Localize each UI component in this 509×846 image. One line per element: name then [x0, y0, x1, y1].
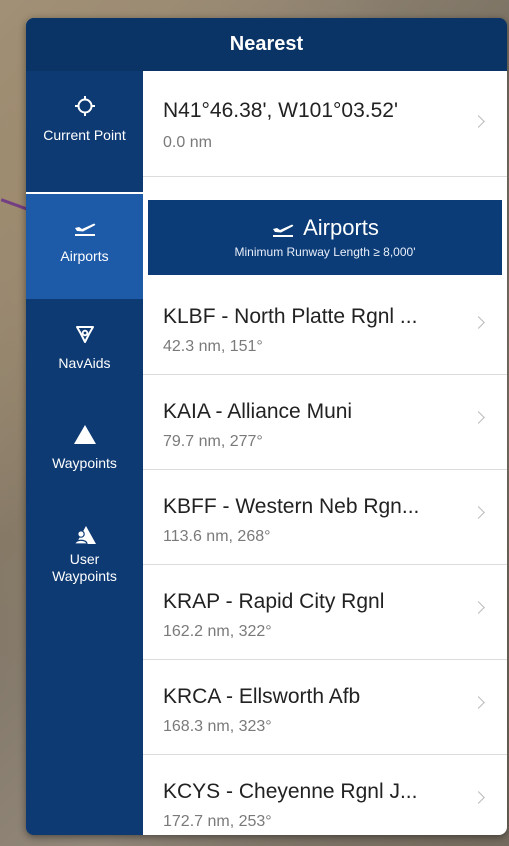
airplane-takeoff-icon: [72, 214, 98, 240]
panel-header: Nearest: [26, 18, 507, 71]
airport-detail: 172.7 nm, 253°: [163, 813, 272, 830]
sidebar-item-waypoints[interactable]: Waypoints: [26, 399, 143, 499]
chevron-right-icon: [472, 115, 485, 128]
list-item[interactable]: KRCA - Ellsworth Afb 168.3 nm, 323°: [143, 660, 507, 755]
airports-filter-banner[interactable]: Airports Minimum Runway Length ≥ 8,000': [148, 200, 502, 275]
airport-detail: 79.7 nm, 277°: [163, 433, 263, 450]
current-point-distance: 0.0 nm: [163, 134, 212, 151]
sidebar-item-label: Airports: [60, 248, 109, 264]
airport-detail: 113.6 nm, 268°: [163, 528, 271, 545]
banner-subtitle: Minimum Runway Length ≥ 8,000': [234, 245, 416, 259]
nearest-panel: Nearest Current Point Airports NavAids W…: [26, 18, 507, 835]
sidebar-item-current-point[interactable]: Current Point: [26, 71, 143, 192]
airport-detail: 42.3 nm, 151°: [163, 338, 263, 355]
user-waypoint-icon: [72, 521, 98, 547]
airport-name: KRAP - Rapid City Rgnl: [163, 590, 385, 613]
sidebar-item-label: User Waypoints: [52, 551, 117, 584]
chevron-right-icon: [472, 411, 485, 424]
chevron-right-icon: [472, 696, 485, 709]
list-item[interactable]: KAIA - Alliance Muni 79.7 nm, 277°: [143, 375, 507, 470]
airport-detail: 162.2 nm, 322°: [163, 623, 272, 640]
banner-title: Airports: [303, 215, 379, 240]
triangle-icon: [72, 421, 98, 447]
airport-detail: 168.3 nm, 323°: [163, 718, 272, 735]
current-point-coords: N41°46.38', W101°03.52': [163, 99, 398, 122]
list-item[interactable]: KCYS - Cheyenne Rgnl J... 172.7 nm, 253°: [143, 755, 507, 835]
airport-name: KLBF - North Platte Rgnl ...: [163, 305, 418, 328]
airport-name: KCYS - Cheyenne Rgnl J...: [163, 780, 418, 803]
sidebar-item-user-waypoints[interactable]: User Waypoints: [26, 499, 143, 609]
chevron-right-icon: [472, 601, 485, 614]
airport-name: KAIA - Alliance Muni: [163, 400, 353, 423]
navaid-icon: [72, 321, 98, 347]
category-sidebar: Current Point Airports NavAids Waypoints: [26, 71, 143, 835]
sidebar-item-label: NavAids: [58, 355, 111, 371]
airport-name: KBFF - Western Neb Rgn...: [163, 495, 420, 518]
list-item[interactable]: KLBF - North Platte Rgnl ... 42.3 nm, 15…: [143, 280, 507, 375]
airplane-takeoff-icon: [273, 224, 294, 237]
chevron-right-icon: [472, 316, 485, 329]
sidebar-item-navaids[interactable]: NavAids: [26, 299, 143, 399]
sidebar-item-airports[interactable]: Airports: [26, 194, 143, 299]
panel-title: Nearest: [229, 33, 304, 55]
chevron-right-icon: [472, 791, 485, 804]
sidebar-item-label: Waypoints: [52, 455, 117, 471]
current-point-row[interactable]: N41°46.38', W101°03.52' 0.0 nm: [143, 71, 507, 177]
crosshair-icon: [72, 93, 98, 119]
list-item[interactable]: KBFF - Western Neb Rgn... 113.6 nm, 268°: [143, 470, 507, 565]
sidebar-item-label: Current Point: [43, 127, 126, 143]
airport-name: KRCA - Ellsworth Afb: [163, 685, 361, 708]
results-list: N41°46.38', W101°03.52' 0.0 nm Airports …: [143, 71, 507, 835]
list-item[interactable]: KRAP - Rapid City Rgnl 162.2 nm, 322°: [143, 565, 507, 660]
chevron-right-icon: [472, 506, 485, 519]
